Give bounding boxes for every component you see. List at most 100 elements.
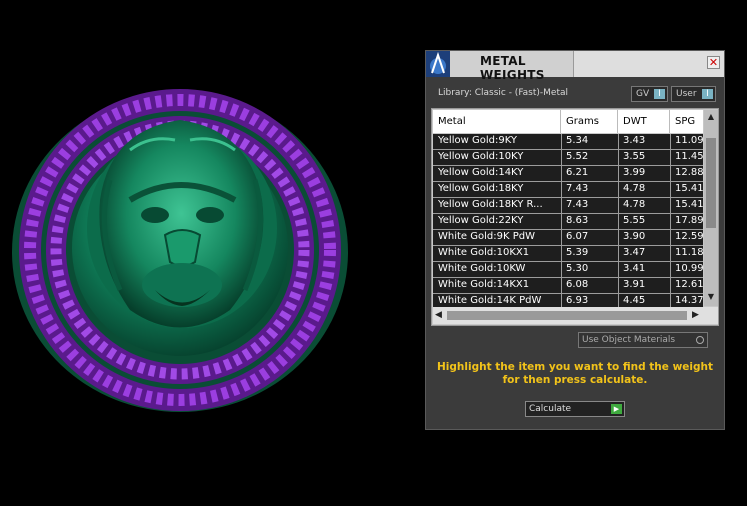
- column-divider: [618, 230, 619, 245]
- table-row[interactable]: Yellow Gold:18KY 7.43 4.78 15.41: [433, 182, 704, 198]
- table-body: Yellow Gold:9KY 5.34 3.43 11.09 Yellow Gold:…: [433, 134, 704, 310]
- horizontal-scrollbar[interactable]: ◀ ▶: [433, 307, 704, 324]
- table-row[interactable]: White Gold:10KX1 5.39 3.47 11.18: [433, 246, 704, 262]
- column-divider: [561, 230, 562, 245]
- cell-spg: 12.59: [675, 231, 704, 242]
- column-divider: [618, 262, 619, 277]
- column-header-spg[interactable]: SPG: [670, 110, 704, 133]
- column-divider: [561, 278, 562, 293]
- cell-dwt: 4.45: [623, 295, 646, 306]
- table-row[interactable]: White Gold:10KW 5.30 3.41 10.99: [433, 262, 704, 278]
- metal-table: Metal Grams DWT SPG Yellow Gold:9KY 5.34 3…: [431, 108, 719, 326]
- use-object-materials-label: Use Object Materials: [582, 335, 676, 345]
- cell-spg: 11.18: [675, 247, 704, 258]
- column-divider: [670, 278, 671, 293]
- play-icon: ▶: [611, 404, 622, 414]
- hint-text: Highlight the item you want to find the …: [437, 361, 713, 386]
- cell-grams: 5.52: [566, 151, 589, 162]
- column-divider: [618, 214, 619, 229]
- table-row[interactable]: Yellow Gold:10KY 5.52 3.55 11.45: [433, 150, 704, 166]
- cell-metal: Yellow Gold:18KY: [438, 183, 524, 194]
- column-divider: [561, 166, 562, 181]
- table-row[interactable]: White Gold:9K PdW 6.07 3.90 12.59: [433, 230, 704, 246]
- column-divider: [670, 150, 671, 165]
- cell-spg: 14.37: [675, 295, 704, 306]
- library-label: Library: Classic - (Fast)-Metal: [438, 88, 569, 98]
- cell-metal: White Gold:10KX1: [438, 247, 530, 258]
- column-divider: [618, 166, 619, 181]
- table-row[interactable]: Yellow Gold:18KY R... 7.43 4.78 15.41: [433, 198, 704, 214]
- cell-dwt: 3.43: [623, 135, 646, 146]
- column-divider: [670, 246, 671, 261]
- 3d-viewport[interactable]: [0, 0, 420, 502]
- cell-metal: White Gold:10KW: [438, 263, 526, 274]
- column-divider: [618, 246, 619, 261]
- cell-metal: White Gold:14KX1: [438, 279, 530, 290]
- user-indicator: I: [702, 89, 713, 99]
- cell-grams: 8.63: [566, 215, 589, 226]
- gv-toggle[interactable]: GV I: [631, 86, 668, 102]
- cell-dwt: 3.41: [623, 263, 646, 274]
- cell-spg: 15.41: [675, 199, 704, 210]
- column-divider: [561, 198, 562, 213]
- cell-metal: White Gold:9K PdW: [438, 231, 535, 242]
- column-header-grams[interactable]: Grams: [561, 110, 618, 133]
- column-header-metal[interactable]: Metal: [433, 110, 561, 133]
- radio-icon[interactable]: [696, 336, 704, 344]
- column-divider: [670, 198, 671, 213]
- cell-grams: 6.08: [566, 279, 589, 290]
- table-row[interactable]: Yellow Gold:14KY 6.21 3.99 12.88: [433, 166, 704, 182]
- cell-dwt: 3.99: [623, 167, 646, 178]
- calculate-button[interactable]: Calculate ▶: [525, 401, 625, 417]
- scroll-left-icon[interactable]: ◀: [435, 310, 442, 320]
- horizontal-scroll-thumb[interactable]: [447, 311, 687, 320]
- calculate-label: Calculate: [529, 404, 572, 414]
- cell-grams: 7.43: [566, 183, 589, 194]
- table-row[interactable]: Yellow Gold:22KY 8.63 5.55 17.89: [433, 214, 704, 230]
- cell-dwt: 3.90: [623, 231, 646, 242]
- column-divider: [618, 182, 619, 197]
- cell-dwt: 4.78: [623, 183, 646, 194]
- cell-dwt: 3.47: [623, 247, 646, 258]
- cell-spg: 12.61: [675, 279, 704, 290]
- column-divider: [618, 278, 619, 293]
- column-divider: [670, 214, 671, 229]
- column-divider: [618, 134, 619, 149]
- use-object-materials-option[interactable]: Use Object Materials: [578, 332, 708, 348]
- panel-titlebar[interactable]: METAL WEIGHTS ✕: [426, 51, 724, 82]
- cell-dwt: 4.78: [623, 199, 646, 210]
- cell-spg: 11.09: [675, 135, 704, 146]
- vertical-scrollbar[interactable]: ▲ ▼: [704, 110, 718, 306]
- lion-medallion-model: [12, 89, 348, 412]
- scroll-up-icon[interactable]: ▲: [706, 112, 716, 122]
- cell-metal: Yellow Gold:14KY: [438, 167, 524, 178]
- column-divider: [670, 166, 671, 181]
- scroll-right-icon[interactable]: ▶: [692, 310, 699, 320]
- close-icon[interactable]: ✕: [707, 56, 720, 69]
- cell-spg: 10.99: [675, 263, 704, 274]
- cell-spg: 15.41: [675, 183, 704, 194]
- column-divider: [561, 214, 562, 229]
- column-divider: [561, 134, 562, 149]
- cell-metal: Yellow Gold:18KY R...: [438, 199, 543, 210]
- user-toggle-label: User: [676, 89, 697, 99]
- scrollbar-corner: [704, 307, 718, 324]
- column-divider: [670, 134, 671, 149]
- cell-grams: 6.93: [566, 295, 589, 306]
- cell-spg: 12.88: [675, 167, 704, 178]
- column-divider: [670, 262, 671, 277]
- user-toggle[interactable]: User I: [671, 86, 716, 102]
- cell-spg: 17.89: [675, 215, 704, 226]
- vertical-scroll-thumb[interactable]: [706, 138, 716, 228]
- cell-metal: Yellow Gold:9KY: [438, 135, 517, 146]
- table-row[interactable]: White Gold:14KX1 6.08 3.91 12.61: [433, 278, 704, 294]
- column-header-dwt[interactable]: DWT: [618, 110, 670, 133]
- table-row[interactable]: Yellow Gold:9KY 5.34 3.43 11.09: [433, 134, 704, 150]
- scroll-down-icon[interactable]: ▼: [706, 292, 716, 302]
- table-header: Metal Grams DWT SPG: [433, 110, 703, 133]
- panel-title-tab: METAL WEIGHTS: [450, 51, 574, 82]
- cell-spg: 11.45: [675, 151, 704, 162]
- cell-dwt: 3.55: [623, 151, 646, 162]
- cell-grams: 6.07: [566, 231, 589, 242]
- cell-dwt: 5.55: [623, 215, 646, 226]
